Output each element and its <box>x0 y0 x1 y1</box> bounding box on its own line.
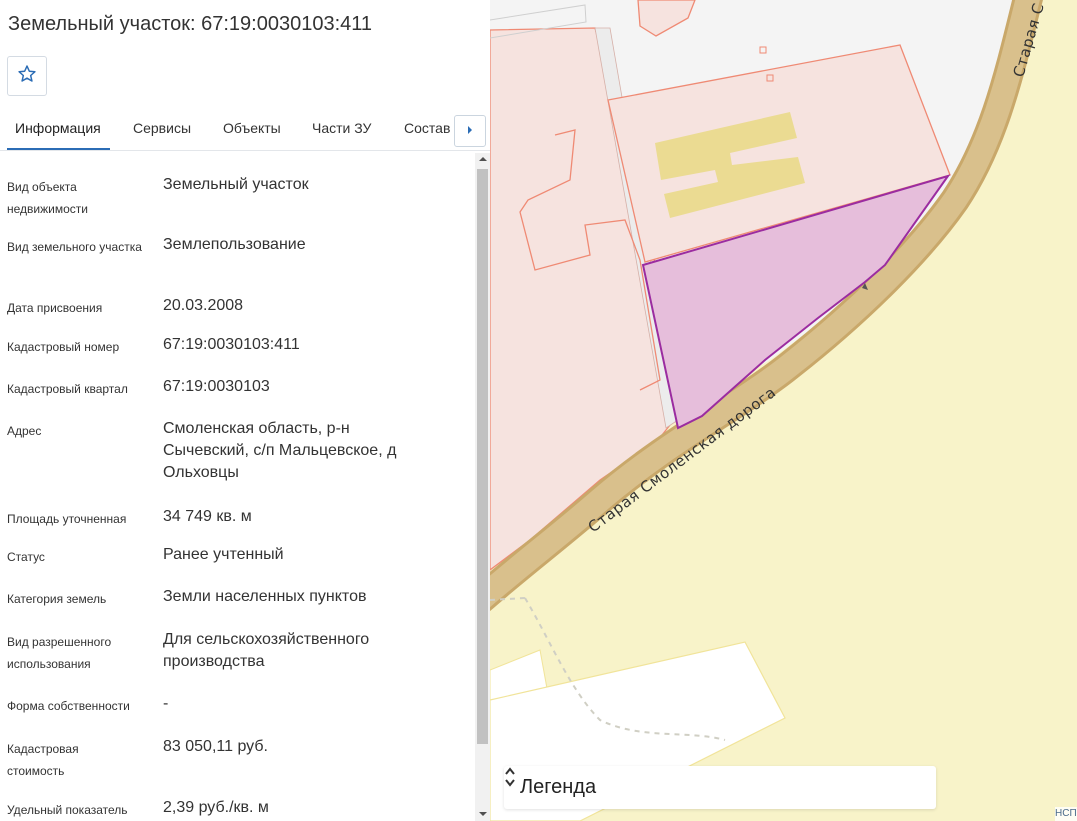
tab-information[interactable]: Информация <box>15 120 101 136</box>
tab-bar: Информация Сервисы Объекты Части ЗУ Сост… <box>0 112 490 151</box>
info-panel: Земельный участок: 67:19:0030103:411 Инф… <box>0 0 490 821</box>
property-value: Земли населенных пунктов <box>163 588 367 605</box>
property-label: Вид разрешенного использования <box>7 635 112 671</box>
active-tab-indicator <box>7 148 110 150</box>
property-value: Смоленская область, р-н Сычевский, с/п М… <box>163 420 397 481</box>
property-label: Кадастровый номер <box>7 340 120 354</box>
scroll-up-arrow[interactable] <box>479 157 487 161</box>
property-label: Статус <box>7 550 45 564</box>
properties-list: Вид объекта недвижимости Земельный участ… <box>0 160 475 821</box>
panel-scrollbar[interactable] <box>475 153 490 821</box>
property-value: 67:19:0030103 <box>163 378 270 395</box>
property-value: 67:19:0030103:411 <box>163 336 300 353</box>
property-value: 34 749 кв. м <box>163 508 252 525</box>
property-label: Адрес <box>7 424 42 438</box>
legend-toggle[interactable]: Легенда <box>504 766 936 809</box>
tab-services[interactable]: Сервисы <box>133 120 191 136</box>
caret-right-icon <box>466 122 474 140</box>
property-value: Для сельскохозяйственного производства <box>163 631 370 670</box>
property-label: Кадастровая стоимость <box>7 742 79 778</box>
tab-parts[interactable]: Части ЗУ <box>312 120 371 136</box>
property-label: Вид объекта недвижимости <box>7 180 88 216</box>
property-label: Удельный показатель <box>7 803 128 817</box>
property-label: Кадастровый квартал <box>7 382 128 396</box>
property-value: 20.03.2008 <box>163 297 244 314</box>
page-title: Земельный участок: 67:19:0030103:411 <box>8 13 373 35</box>
property-label: Форма собственности <box>7 699 130 713</box>
map-canvas[interactable]: Старая Смоленская дорога Старая С <box>490 0 1077 821</box>
tab-composition[interactable]: Состав <box>404 120 450 136</box>
property-value: Землепользование <box>163 236 306 253</box>
property-label: Вид земельного участка <box>7 240 142 254</box>
property-label: Площадь уточненная <box>7 512 127 526</box>
favorite-button[interactable] <box>7 56 47 96</box>
property-value: Земельный участок <box>163 176 309 193</box>
property-label: Дата присвоения <box>7 301 103 315</box>
scrollbar-thumb[interactable] <box>477 169 488 744</box>
tab-objects[interactable]: Объекты <box>223 120 281 136</box>
legend-label: Легенда <box>520 776 597 798</box>
tabs-next-button[interactable] <box>454 115 486 147</box>
property-value: Ранее учтенный <box>163 546 284 563</box>
property-value: 83 050,11 руб. <box>163 738 268 755</box>
star-outline-icon <box>17 64 37 89</box>
map-attribution[interactable]: НСП <box>1055 807 1077 821</box>
property-value: - <box>163 695 169 712</box>
scroll-down-arrow[interactable] <box>479 812 487 816</box>
map-view[interactable]: Старая Смоленская дорога Старая С Легенд… <box>490 0 1077 821</box>
property-label: Категория земель <box>7 592 107 606</box>
property-value: 2,39 руб./кв. м <box>163 799 269 816</box>
